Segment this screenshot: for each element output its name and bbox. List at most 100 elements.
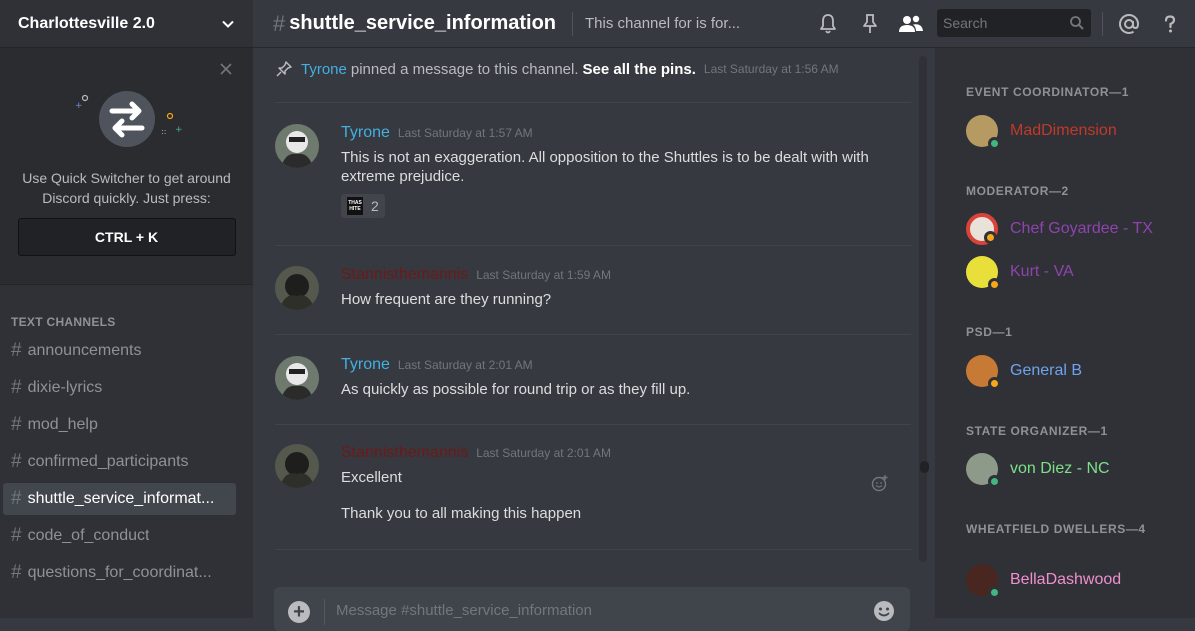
- avatar[interactable]: [275, 266, 319, 310]
- channel-title: shuttle_service_information: [289, 12, 556, 34]
- avatar: [966, 453, 1001, 488]
- pin-icon: [276, 61, 292, 77]
- member-name: von Diez - NC: [1010, 460, 1110, 477]
- message-author[interactable]: Stannisthemannis: [341, 266, 468, 284]
- search-input[interactable]: Search: [937, 9, 1091, 37]
- channel-label: mod_help: [27, 416, 98, 433]
- avatar: [966, 256, 1001, 291]
- hash-icon: #: [11, 451, 22, 472]
- channel-item-announcements[interactable]: # announcements: [3, 335, 236, 367]
- message-text: How frequent are they running?: [341, 291, 552, 308]
- channel-topic[interactable]: This channel for is for...: [585, 15, 740, 32]
- scrollbar-thumb[interactable]: [920, 461, 929, 473]
- timestamp: Last Saturday at 1:56 AM: [703, 62, 839, 76]
- role-header: STATE ORGANIZER—1: [966, 424, 1108, 438]
- timestamp: Last Saturday at 1:59 AM: [476, 268, 611, 282]
- channel-header: # shuttle_service_information This chann…: [253, 0, 1195, 48]
- quick-switcher-icon: + + ::: [75, 91, 182, 147]
- member-list-icon[interactable]: [898, 12, 924, 36]
- member-item[interactable]: General B: [966, 353, 1083, 390]
- bell-icon[interactable]: [816, 12, 840, 36]
- message-author[interactable]: Tyrone: [341, 356, 390, 374]
- emoji-icon[interactable]: [872, 599, 896, 623]
- message-divider: [275, 245, 911, 246]
- avatar[interactable]: [275, 444, 319, 488]
- message-author[interactable]: Stannisthemannis: [341, 444, 468, 462]
- member-item[interactable]: von Diez - NC: [966, 451, 1110, 488]
- quick-switcher-shortcut-button[interactable]: CTRL + K: [17, 218, 236, 256]
- online-status-icon: [988, 475, 1001, 488]
- channel-sidebar: Charlottesville 2.0 + + :: Use Quick Swi…: [0, 0, 253, 618]
- member-name: Kurt - VA: [1010, 263, 1074, 280]
- avatar: [966, 564, 1001, 599]
- search-placeholder: Search: [943, 15, 988, 31]
- online-status-icon: [988, 586, 1001, 599]
- hash-icon: #: [11, 377, 22, 398]
- username-link[interactable]: Tyrone: [301, 61, 347, 78]
- idle-status-icon: [984, 231, 997, 244]
- header-divider: [1102, 12, 1103, 36]
- channel-item-questions-for-coordinators[interactable]: # questions_for_coordinat...: [3, 557, 236, 589]
- message-list[interactable]: Tyrone pinned a message to this channel.…: [253, 48, 935, 618]
- channel-list: TEXT CHANNELS # announcements # dixie-lyri…: [0, 285, 253, 589]
- mention-icon[interactable]: [1117, 12, 1141, 36]
- server-header[interactable]: Charlottesville 2.0: [0, 0, 253, 48]
- online-status-icon: [988, 137, 1001, 150]
- idle-status-icon: [988, 278, 1001, 291]
- role-header: MODERATOR—2: [966, 184, 1069, 198]
- header-divider: [572, 11, 573, 36]
- reaction-button[interactable]: THAS HITE 2: [341, 194, 385, 218]
- member-item[interactable]: Kurt - VA: [966, 254, 1074, 291]
- member-name: MadDimension: [1010, 122, 1117, 139]
- hash-icon: #: [11, 340, 22, 361]
- message-input[interactable]: Message #shuttle_service_information: [336, 602, 592, 619]
- channel-item-mod-help[interactable]: # mod_help: [3, 409, 236, 441]
- scrollbar-track[interactable]: [919, 56, 927, 562]
- avatar: [966, 115, 1001, 150]
- member-name: General B: [1010, 362, 1083, 379]
- member-item[interactable]: BellaDashwood: [966, 562, 1121, 599]
- timestamp: Last Saturday at 2:01 AM: [476, 446, 611, 460]
- upload-plus-icon[interactable]: +: [288, 601, 310, 623]
- message-text: As quickly as possible for round trip or…: [341, 381, 691, 398]
- member-name: Chef Goyardee - TX: [1010, 220, 1153, 237]
- svg-text:::: ::: [161, 127, 166, 136]
- reaction-count: 2: [371, 198, 379, 214]
- message-author[interactable]: Tyrone: [341, 124, 390, 142]
- close-icon[interactable]: [219, 62, 233, 76]
- avatar[interactable]: [275, 356, 319, 400]
- avatar[interactable]: [275, 124, 319, 168]
- hash-icon: #: [11, 525, 22, 546]
- channel-label: announcements: [27, 342, 142, 359]
- channel-item-shuttle-service-information[interactable]: # shuttle_service_informat...: [3, 483, 236, 515]
- channel-category-text[interactable]: TEXT CHANNELS: [0, 315, 253, 329]
- role-header: PSD—1: [966, 325, 1013, 339]
- channel-label: dixie-lyrics: [27, 379, 103, 396]
- member-item[interactable]: Chef Goyardee - TX: [966, 211, 1153, 247]
- timestamp: Last Saturday at 1:57 AM: [397, 126, 533, 140]
- member-item[interactable]: MadDimension: [966, 113, 1117, 150]
- channel-label: questions_for_coordinat...: [27, 564, 212, 581]
- reaction-emoji: THAS HITE: [347, 197, 363, 215]
- message-divider: [275, 424, 911, 425]
- avatar: [966, 213, 998, 245]
- channel-item-confirmed-participants[interactable]: # confirmed_participants: [3, 446, 236, 478]
- message-text: Thank you to all making this happen: [341, 505, 582, 522]
- message-composer: + Message #shuttle_service_information: [274, 587, 910, 631]
- channel-item-dixie-lyrics[interactable]: # dixie-lyrics: [3, 372, 236, 404]
- help-icon[interactable]: [1158, 12, 1182, 36]
- see-all-pins-link[interactable]: See all the pins.: [583, 61, 696, 78]
- channel-label: confirmed_participants: [27, 453, 189, 470]
- message-divider: [275, 549, 911, 550]
- pin-icon[interactable]: [858, 12, 882, 36]
- role-header: EVENT COORDINATOR—1: [966, 85, 1129, 99]
- channel-label: code_of_conduct: [27, 527, 150, 544]
- chevron-down-icon[interactable]: [221, 17, 235, 31]
- channel-label: shuttle_service_informat...: [27, 490, 215, 507]
- message-divider: [275, 334, 911, 335]
- add-reaction-icon[interactable]: [871, 474, 889, 492]
- message-divider: [275, 102, 911, 103]
- quick-switcher-tip: + + :: Use Quick Switcher to get around …: [0, 48, 253, 285]
- idle-status-icon: [988, 377, 1001, 390]
- channel-item-code-of-conduct[interactable]: # code_of_conduct: [3, 520, 236, 552]
